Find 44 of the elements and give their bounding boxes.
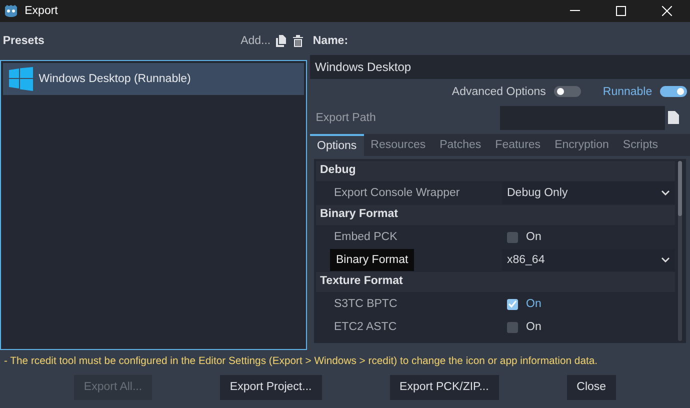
option-label: ETC2 ASTC xyxy=(333,320,398,335)
toggle-label: Advanced Options xyxy=(452,84,546,100)
toggle-switch[interactable] xyxy=(554,86,581,98)
runnable-label: Runnable xyxy=(602,84,652,100)
dialog-button[interactable]: Close xyxy=(566,374,616,400)
section-header: Binary Format xyxy=(316,205,675,226)
export-path-label: Export Path xyxy=(314,110,377,126)
tab[interactable]: Features xyxy=(488,134,548,156)
app-logo-icon xyxy=(2,4,19,18)
name-label: Name: xyxy=(312,34,348,48)
option-label: Embed PCK xyxy=(333,230,398,245)
scrollbar[interactable] xyxy=(678,161,682,342)
file-icon[interactable] xyxy=(668,111,679,124)
window-title: Export xyxy=(24,4,58,18)
add-link[interactable]: Add... xyxy=(240,34,271,48)
checkbox[interactable] xyxy=(507,232,518,243)
minimize-icon xyxy=(570,10,580,12)
close-icon xyxy=(662,6,672,16)
option-label: Export Console Wrapper xyxy=(333,186,461,201)
option-label: S3TC BPTC xyxy=(333,296,398,312)
checkbox[interactable] xyxy=(507,322,518,333)
preset-item[interactable]: Windows Desktop (Runnable) xyxy=(3,63,304,95)
dialog-button[interactable]: Export Project... xyxy=(220,374,322,400)
checkbox[interactable] xyxy=(507,298,518,310)
export-path-field[interactable] xyxy=(500,106,665,130)
section-header: Debug xyxy=(316,161,675,182)
tab[interactable]: Patches xyxy=(432,134,488,156)
chevron-down-icon xyxy=(661,190,670,196)
panel-title: Presets xyxy=(2,34,44,48)
section-header: Texture Format xyxy=(316,272,675,292)
tab[interactable]: Resources xyxy=(364,134,433,156)
name-field[interactable]: Windows Desktop xyxy=(310,54,690,79)
maximize-icon xyxy=(616,6,626,16)
option-tooltip: Binary Format xyxy=(330,249,414,272)
delete-icon[interactable] xyxy=(292,35,304,47)
windows-logo-icon xyxy=(9,67,33,91)
duplicate-icon[interactable] xyxy=(276,35,286,47)
tab[interactable]: Options xyxy=(310,134,364,156)
warning-message: - The rcedit tool must be configured in the Editor Settings (Export > Windows > rcedit) to change the icon or app information data. xyxy=(3,354,599,368)
toggle-switch[interactable] xyxy=(660,86,688,98)
dialog-button[interactable]: Export PCK/ZIP... xyxy=(390,374,499,400)
chevron-down-icon xyxy=(661,257,670,264)
tab[interactable]: Encryption xyxy=(548,134,616,156)
tab[interactable]: Scripts xyxy=(616,134,666,156)
